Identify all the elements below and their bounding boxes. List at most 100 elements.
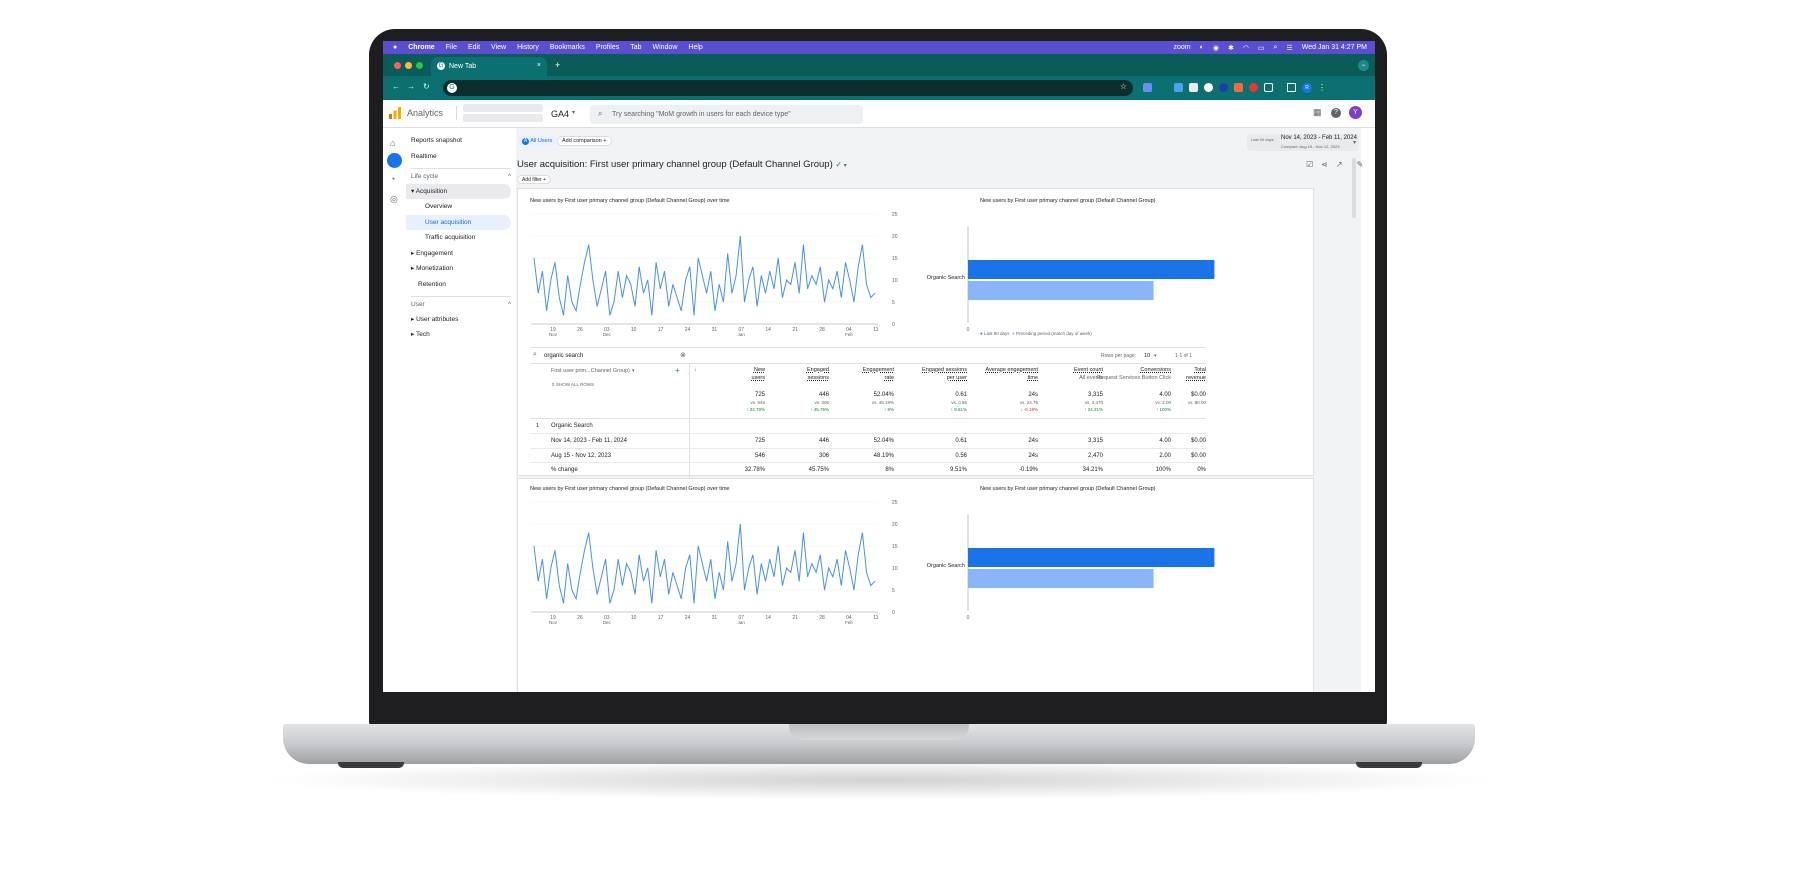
reload-icon[interactable]: ↻ [423,82,430,91]
extensions-puzzle-icon[interactable] [1264,83,1273,92]
zoom-status[interactable]: zoom [1173,44,1190,51]
menubar-app-name[interactable]: Chrome [408,44,434,51]
nav-user-acquisition[interactable]: User acquisition [406,214,511,230]
data-point [819,554,821,556]
table-row[interactable]: % change 32.78% 45.75% 8% 9.51% -0.19% 34.21% 1… [530,462,1206,476]
scrollbar[interactable] [1352,158,1356,218]
column-header[interactable]: New users [752,366,765,382]
extension-icon[interactable] [1189,83,1198,92]
extension-icon[interactable] [1234,83,1243,92]
menu-profiles[interactable]: Profiles [596,44,619,51]
account-avatar[interactable]: Y [1349,106,1362,119]
extension-icon[interactable] [1219,83,1228,92]
segment-chip[interactable]: A All Users [518,136,557,146]
nav-reports-snapshot[interactable]: Reports snapshot [411,133,511,149]
property-dropdown-icon[interactable]: ▾ [572,109,575,116]
menu-bookmarks[interactable]: Bookmarks [550,44,585,51]
menu-view[interactable]: View [491,44,506,51]
nav-user-attributes[interactable]: ▸ User attributes [411,312,511,328]
search-input[interactable]: ⌕ Try searching "MoM growth in users for… [590,105,863,124]
analytics-logo-icon[interactable] [389,107,401,119]
battery-icon[interactable]: ▭ [1258,44,1265,52]
apple-icon[interactable]: ● [393,44,397,51]
maximize-window-button[interactable] [416,62,423,69]
chrome-menu-icon[interactable]: ⋮ [1318,83,1326,93]
table-search-input[interactable]: organic search [544,353,583,359]
nav-tech[interactable]: ▸ Tech [411,327,511,343]
spotlight-icon[interactable]: ⌕ [1274,44,1278,52]
reports-icon[interactable] [387,153,402,168]
extension-icon[interactable] [1204,83,1213,92]
home-icon[interactable]: ⌂ [390,138,395,148]
account-sub-redacted[interactable] [463,114,543,122]
nav-monetization[interactable]: ▸ Monetization [411,261,511,277]
column-header[interactable]: Engaged sessions [807,366,829,382]
nav-section-user[interactable]: User ^ [411,296,511,312]
menu-tab[interactable]: Tab [630,44,641,51]
extension-icon[interactable] [1249,83,1258,92]
status-icon[interactable]: ◉ [1213,44,1219,52]
column-header[interactable]: Engagement rate [863,366,894,382]
menubar-clock[interactable]: Wed Jan 31 4:27 PM [1302,44,1367,51]
close-tab-icon[interactable]: × [537,62,541,69]
nav-engagement[interactable]: ▸ Engagement [411,246,511,262]
column-header[interactable]: Total revenue [1186,366,1206,382]
bookmark-star-icon[interactable]: ☆ [1120,82,1127,91]
nav-overview[interactable]: Overview [411,199,511,215]
menu-history[interactable]: History [517,44,539,51]
side-panel-icon[interactable] [1287,83,1296,92]
line-chart[interactable]: 051015202519Nov26 03Dec10 17 24 31 07Jan14 21 2… [528,211,908,346]
table-row[interactable]: Aug 15 - Nov 12, 2023 546 306 48.19% 0.56 24s… [530,447,1206,462]
nav-section-life-cycle[interactable]: Life cycle ^ [411,168,511,184]
data-point [748,279,750,281]
data-point [550,567,552,569]
table-row[interactable]: Nov 14, 2023 - Feb 11, 2024 725 446 52.04% 0… [530,433,1206,447]
insights-icon[interactable]: ↗ [1336,160,1343,169]
date-range-picker[interactable]: Last 90 days Nov 14, 2023 - Feb 11, 2024… [1247,134,1359,151]
nav-retention[interactable]: Retention [411,277,511,293]
property-selector[interactable]: GA4 [551,109,569,119]
edit-pencil-icon[interactable]: ✎ [1357,160,1364,169]
status-icon[interactable]: ✱ [1228,44,1234,52]
forward-icon[interactable]: → [407,82,415,91]
add-comparison-button[interactable]: Add comparison + [557,136,612,146]
account-name-redacted[interactable] [463,104,543,112]
tab-search-icon[interactable]: ⌄ [1358,60,1369,71]
line-chart[interactable]: 051015202519Nov26 03Dec10 17 24 31 07Jan14 21 2… [528,499,908,634]
control-center-icon[interactable]: ☰ [1286,44,1292,52]
menu-help[interactable]: Help [688,44,702,51]
data-point [596,306,598,307]
new-tab-button[interactable]: + [555,60,560,70]
close-window-button[interactable] [394,62,401,69]
help-icon[interactable]: ? [1331,108,1341,118]
share-icon[interactable]: ⋖ [1321,160,1328,169]
wifi-icon[interactable]: ◠ [1243,44,1249,52]
bar-chart[interactable]: Organic Search 0 [916,499,1296,634]
menu-window[interactable]: Window [653,44,678,51]
menu-edit[interactable]: Edit [468,44,480,51]
nav-acquisition[interactable]: ▾ Acquisition [406,183,511,199]
customize-report-icon[interactable]: ☑ [1306,160,1313,169]
explore-icon[interactable]: ◔ [390,174,395,184]
apps-grid-icon[interactable]: ▦ [1313,107,1322,118]
menu-file[interactable]: File [446,44,457,51]
browser-tab[interactable]: G New Tab × [431,57,547,76]
nav-realtime[interactable]: Realtime [411,149,511,165]
rows-per-page-select[interactable]: 10 [1144,353,1150,359]
column-header[interactable]: Conversions Request Services Button Click [1097,366,1171,382]
nav-traffic-acquisition[interactable]: Traffic acquisition [411,230,511,246]
title-dropdown-icon[interactable]: ▾ [842,163,847,169]
column-header[interactable]: Average engagement time [986,366,1039,382]
add-filter-button[interactable]: Add filter + [517,175,552,184]
extension-icon[interactable] [1174,83,1183,92]
minimize-window-button[interactable] [405,62,412,69]
advertising-icon[interactable]: ◎ [390,194,398,205]
back-icon[interactable]: ← [392,82,400,91]
extension-icon[interactable] [1143,83,1152,92]
address-bar[interactable]: G ☆ [443,80,1133,96]
profile-avatar[interactable]: R [1302,83,1312,93]
bar-chart[interactable]: Organic Search 0 [916,211,1296,346]
column-header[interactable]: Engaged sessions per user [922,366,967,382]
status-icon[interactable]: ◐ [1200,44,1204,51]
clear-search-icon[interactable]: ⊗ [680,351,686,359]
